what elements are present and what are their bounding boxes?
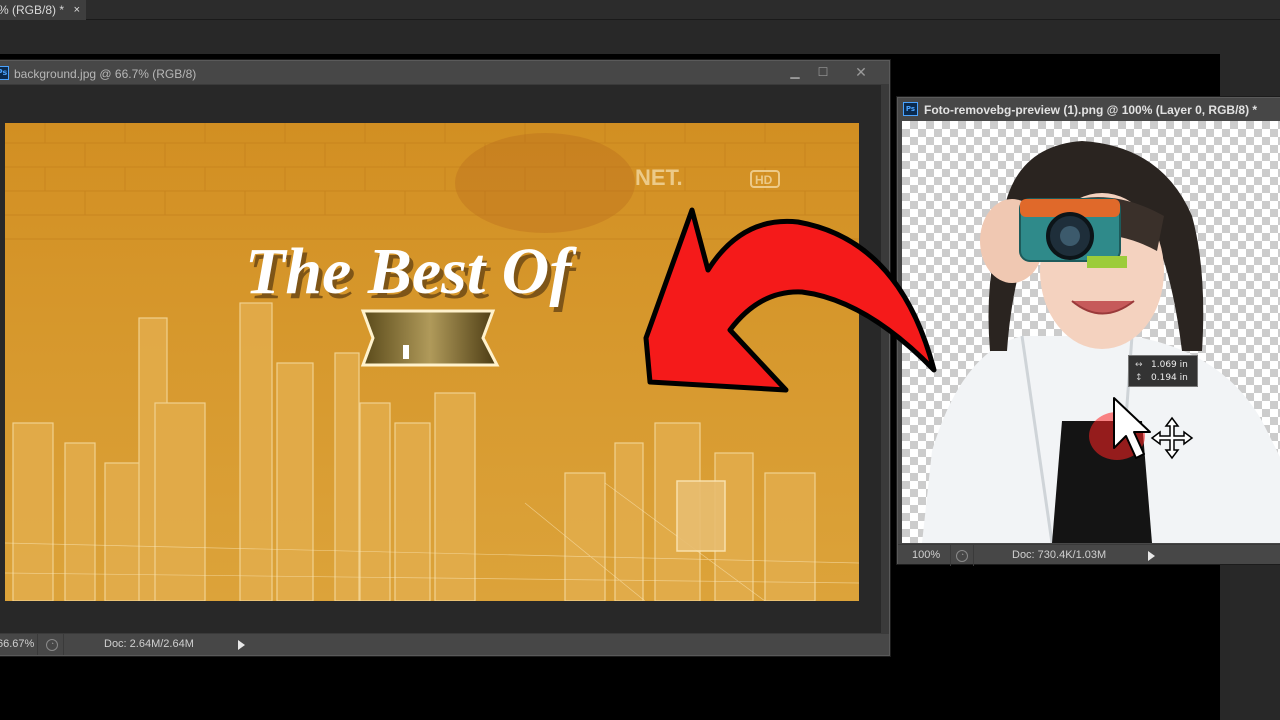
status-info-icon[interactable]: ◔ bbox=[956, 550, 968, 562]
document-size: Doc: 730.4K/1.03M bbox=[1012, 549, 1107, 561]
close-icon[interactable]: ✕ bbox=[849, 63, 873, 81]
document-tab-label: % (RGB/8) * bbox=[0, 3, 65, 17]
status-menu-arrow-icon[interactable] bbox=[238, 640, 245, 650]
window-titlebar[interactable]: Ps background.jpg @ 66.7% (RGB/8) ▁ ☐ ✕ bbox=[0, 61, 889, 85]
status-info-icon[interactable]: ◔ bbox=[46, 639, 58, 651]
photoshop-icon: Ps bbox=[0, 66, 9, 80]
options-band bbox=[0, 20, 1280, 54]
zoom-level[interactable]: 100% bbox=[912, 545, 940, 566]
status-bar: 100% ◔ Doc: 730.4K/1.03M bbox=[898, 544, 1280, 566]
status-separator bbox=[37, 634, 38, 655]
document-tab[interactable]: % (RGB/8) * × bbox=[0, 0, 86, 20]
window-title: background.jpg @ 66.7% (RGB/8) bbox=[14, 67, 197, 81]
status-separator bbox=[950, 545, 951, 566]
maximize-icon[interactable]: ☐ bbox=[811, 63, 835, 81]
move-cursor-icon bbox=[1113, 397, 1194, 460]
horizontal-offset-icon: ↔ bbox=[1135, 360, 1143, 370]
minimize-icon[interactable]: ▁ bbox=[783, 63, 807, 81]
channel-logo: NET. bbox=[635, 165, 683, 190]
status-bar: 66.67% ◔ Doc: 2.64M/2.64M bbox=[0, 633, 889, 655]
person-cutout bbox=[922, 141, 1280, 543]
tooltip-dy: 0.194 in bbox=[1151, 373, 1188, 383]
vertical-offset-icon: ↕ bbox=[1135, 373, 1143, 383]
document-size: Doc: 2.64M/2.64M bbox=[104, 638, 194, 650]
window-titlebar[interactable]: Ps Foto-removebg-preview (1).png @ 100% … bbox=[898, 98, 1280, 120]
tooltip-dx: 1.069 in bbox=[1151, 360, 1188, 370]
move-tooltip: ↔ 1.069 in ↕ 0.194 in bbox=[1128, 355, 1198, 387]
transparent-canvas[interactable] bbox=[902, 121, 1280, 543]
close-icon[interactable]: × bbox=[74, 0, 80, 20]
hd-logo: HD bbox=[755, 173, 773, 187]
headline-text: The Best Of bbox=[245, 235, 577, 308]
status-menu-arrow-icon[interactable] bbox=[1148, 551, 1155, 561]
arrow-annotation-icon bbox=[643, 207, 937, 393]
photoshop-icon: Ps bbox=[903, 102, 918, 116]
photoshop-workspace: % (RGB/8) * × Ps background.jpg @ 66.7% … bbox=[0, 0, 1280, 720]
document-tab-strip: % (RGB/8) * × bbox=[0, 0, 1280, 20]
window-title: Foto-removebg-preview (1).png @ 100% (La… bbox=[924, 103, 1258, 117]
status-separator bbox=[63, 634, 64, 655]
zoom-level[interactable]: 66.67% bbox=[0, 634, 34, 655]
document-window-foto[interactable]: Ps Foto-removebg-preview (1).png @ 100% … bbox=[897, 97, 1280, 566]
status-separator bbox=[973, 545, 974, 566]
